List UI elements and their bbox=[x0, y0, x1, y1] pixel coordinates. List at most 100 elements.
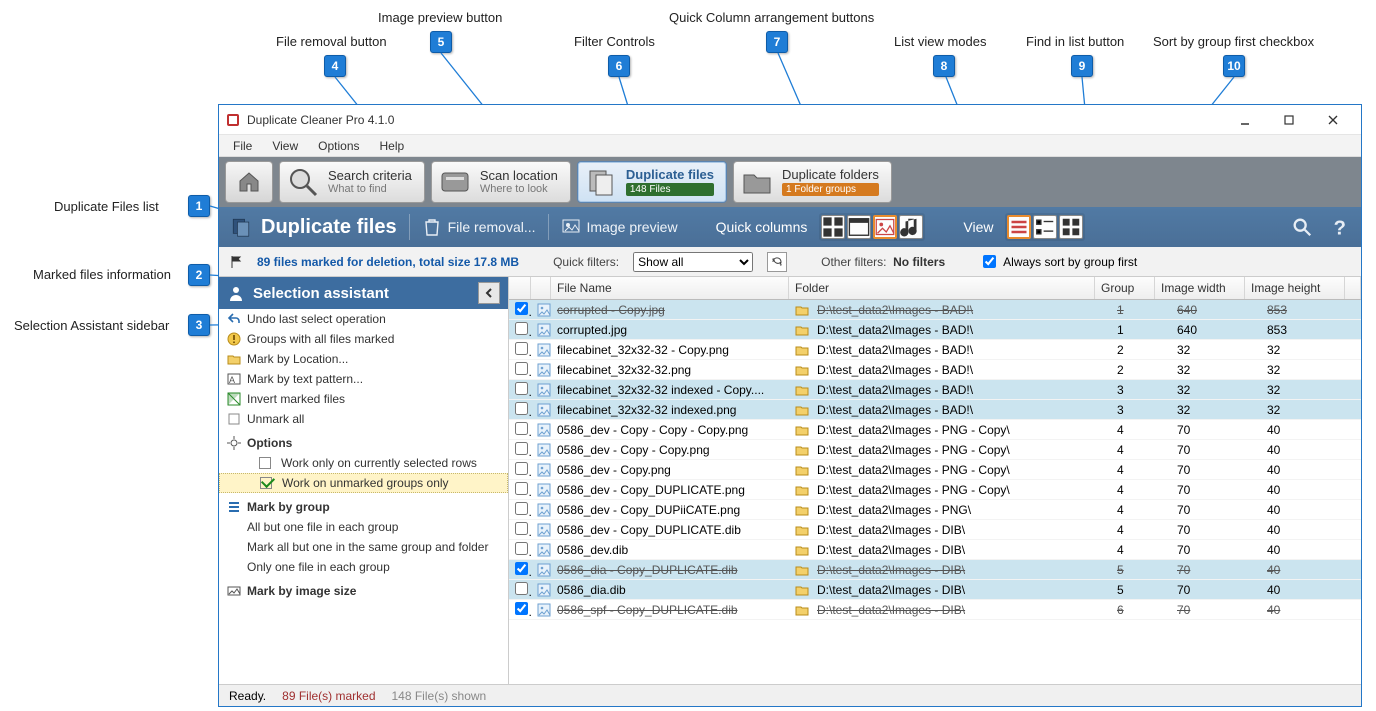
qc-window-icon[interactable] bbox=[847, 215, 871, 239]
row-checkbox[interactable] bbox=[515, 562, 528, 575]
other-filters: Other filters: No filters bbox=[821, 255, 945, 269]
row-checkbox[interactable] bbox=[515, 342, 528, 355]
menu-file[interactable]: File bbox=[225, 137, 260, 155]
qc-audio-icon[interactable] bbox=[899, 215, 923, 239]
table-row[interactable]: 0586_dev - Copy_DUPLICATE.dibD:\test_dat… bbox=[509, 520, 1361, 540]
find-button[interactable] bbox=[1291, 216, 1313, 238]
row-checkbox[interactable] bbox=[515, 542, 528, 555]
sort-by-group-checkbox[interactable]: Always sort by group first bbox=[979, 252, 1137, 271]
help-button[interactable]: ? bbox=[1329, 216, 1351, 238]
col-folder[interactable]: Folder bbox=[789, 277, 1095, 299]
table-row[interactable]: filecabinet_32x32-32 indexed.pngD:\test_… bbox=[509, 400, 1361, 420]
table-body[interactable]: corrupted - Copy.jpgD:\test_data2\Images… bbox=[509, 300, 1361, 684]
table-row[interactable]: corrupted - Copy.jpgD:\test_data2\Images… bbox=[509, 300, 1361, 320]
cell-width: 70 bbox=[1171, 503, 1261, 517]
sidebar-item[interactable]: Invert marked files bbox=[219, 389, 508, 409]
file-removal-button[interactable]: File removal... bbox=[422, 217, 536, 237]
sidebar-item[interactable]: AMark by text pattern... bbox=[219, 369, 508, 389]
row-checkbox[interactable] bbox=[515, 522, 528, 535]
sidebar-item[interactable]: Only one file in each group bbox=[219, 557, 508, 577]
col-image-height[interactable]: Image height bbox=[1245, 277, 1345, 299]
annotation-label-6: Filter Controls bbox=[574, 34, 655, 49]
table-row[interactable]: 0586_dia.dibD:\test_data2\Images - DIB\5… bbox=[509, 580, 1361, 600]
refresh-filter-button[interactable] bbox=[767, 252, 787, 272]
row-checkbox[interactable] bbox=[515, 502, 528, 515]
cell-filename: 0586_dev - Copy_DUPLICATE.dib bbox=[551, 523, 789, 537]
view-tiles-icon[interactable] bbox=[1059, 215, 1083, 239]
row-checkbox[interactable] bbox=[515, 322, 528, 335]
cell-filename: filecabinet_32x32-32 indexed - Copy.... bbox=[551, 383, 789, 397]
sidebar-item[interactable]: Mark by Location... bbox=[219, 349, 508, 369]
cell-folder: D:\test_data2\Images - PNG - Copy\ bbox=[789, 463, 1111, 477]
table-row[interactable]: 0586_spf - Copy_DUPLICATE.dibD:\test_dat… bbox=[509, 600, 1361, 620]
quick-columns-label: Quick columns bbox=[716, 219, 808, 235]
close-button[interactable] bbox=[1311, 108, 1355, 132]
menu-view[interactable]: View bbox=[264, 137, 306, 155]
row-checkbox[interactable] bbox=[515, 482, 528, 495]
row-checkbox[interactable] bbox=[515, 462, 528, 475]
table-row[interactable]: 0586_dev - Copy.pngD:\test_data2\Images … bbox=[509, 460, 1361, 480]
row-checkbox[interactable] bbox=[515, 442, 528, 455]
cell-group: 4 bbox=[1111, 503, 1171, 517]
table-row[interactable]: 0586_dev - Copy - Copy.pngD:\test_data2\… bbox=[509, 440, 1361, 460]
row-checkbox[interactable] bbox=[515, 602, 528, 615]
sidebar-item[interactable]: Groups with all files marked bbox=[219, 329, 508, 349]
image-preview-button[interactable]: Image preview bbox=[561, 217, 678, 237]
nav-duplicate-files[interactable]: Duplicate files 148 Files bbox=[577, 161, 727, 203]
row-checkbox[interactable] bbox=[515, 382, 528, 395]
status-bar: Ready. 89 File(s) marked 148 File(s) sho… bbox=[219, 684, 1361, 706]
nav-scan-location[interactable]: Scan location Where to look bbox=[431, 161, 571, 203]
col-image-width[interactable]: Image width bbox=[1155, 277, 1245, 299]
table-row[interactable]: 0586_dev - Copy - Copy - Copy.pngD:\test… bbox=[509, 420, 1361, 440]
menu-options[interactable]: Options bbox=[310, 137, 367, 155]
home-button[interactable] bbox=[225, 161, 273, 203]
sidebar-item[interactable]: Undo last select operation bbox=[219, 309, 508, 329]
nav-badge-green: 148 Files bbox=[626, 183, 714, 196]
table-row[interactable]: 0586_dev - Copy_DUPLICATE.pngD:\test_dat… bbox=[509, 480, 1361, 500]
col-group[interactable]: Group bbox=[1095, 277, 1155, 299]
sidebar-item[interactable]: Work on unmarked groups only bbox=[219, 473, 508, 493]
table-row[interactable]: corrupted.jpgD:\test_data2\Images - BAD!… bbox=[509, 320, 1361, 340]
sidebar-item[interactable]: Unmark all bbox=[219, 409, 508, 429]
table-row[interactable]: 0586_dia - Copy_DUPLICATE.dibD:\test_dat… bbox=[509, 560, 1361, 580]
row-checkbox[interactable] bbox=[515, 362, 528, 375]
qc-image-icon[interactable] bbox=[873, 215, 897, 239]
table-row[interactable]: filecabinet_32x32-32 indexed - Copy....D… bbox=[509, 380, 1361, 400]
view-list-icon[interactable] bbox=[1007, 215, 1031, 239]
row-checkbox[interactable] bbox=[515, 402, 528, 415]
qc-grid-icon[interactable] bbox=[821, 215, 845, 239]
table-row[interactable]: 0586_dev - Copy_DUPiiCATE.pngD:\test_dat… bbox=[509, 500, 1361, 520]
nav-title: Search criteria bbox=[328, 169, 412, 183]
sidebar-item[interactable]: Mark all but one in the same group and f… bbox=[219, 537, 508, 557]
annotation-label-10: Sort by group first checkbox bbox=[1153, 34, 1314, 49]
sidebar-item-label: Mark all but one in the same group and f… bbox=[247, 540, 488, 554]
row-checkbox[interactable] bbox=[515, 422, 528, 435]
cell-width: 70 bbox=[1171, 443, 1261, 457]
image-file-icon bbox=[537, 303, 551, 317]
files-icon bbox=[584, 165, 618, 199]
sidebar-item[interactable]: Work only on currently selected rows bbox=[219, 453, 508, 473]
image-file-icon bbox=[537, 543, 551, 557]
sidebar-item[interactable]: All but one file in each group bbox=[219, 517, 508, 537]
table-row[interactable]: filecabinet_32x32-32 - Copy.pngD:\test_d… bbox=[509, 340, 1361, 360]
row-checkbox[interactable] bbox=[515, 302, 528, 315]
cell-folder: D:\test_data2\Images - BAD!\ bbox=[789, 303, 1111, 317]
col-file-name[interactable]: File Name bbox=[551, 277, 789, 299]
folder-icon bbox=[795, 563, 809, 577]
view-detail-icon[interactable] bbox=[1033, 215, 1057, 239]
row-checkbox[interactable] bbox=[515, 582, 528, 595]
quick-filters-select[interactable]: Show all bbox=[633, 252, 753, 272]
maximize-button[interactable] bbox=[1267, 108, 1311, 132]
cell-group: 2 bbox=[1111, 363, 1171, 377]
table-row[interactable]: filecabinet_32x32-32.pngD:\test_data2\Im… bbox=[509, 360, 1361, 380]
table-header: File Name Folder Group Image width Image… bbox=[509, 277, 1361, 300]
collapse-sidebar-button[interactable] bbox=[478, 282, 500, 304]
files-icon bbox=[229, 215, 253, 239]
nav-duplicate-folders[interactable]: Duplicate folders 1 Folder groups bbox=[733, 161, 892, 203]
table-row[interactable]: 0586_dev.dibD:\test_data2\Images - DIB\4… bbox=[509, 540, 1361, 560]
image-file-icon bbox=[537, 423, 551, 437]
minimize-button[interactable] bbox=[1223, 108, 1267, 132]
nav-search-criteria[interactable]: Search criteria What to find bbox=[279, 161, 425, 203]
sidebar-item-label: Mark by text pattern... bbox=[247, 372, 363, 386]
menu-help[interactable]: Help bbox=[372, 137, 413, 155]
